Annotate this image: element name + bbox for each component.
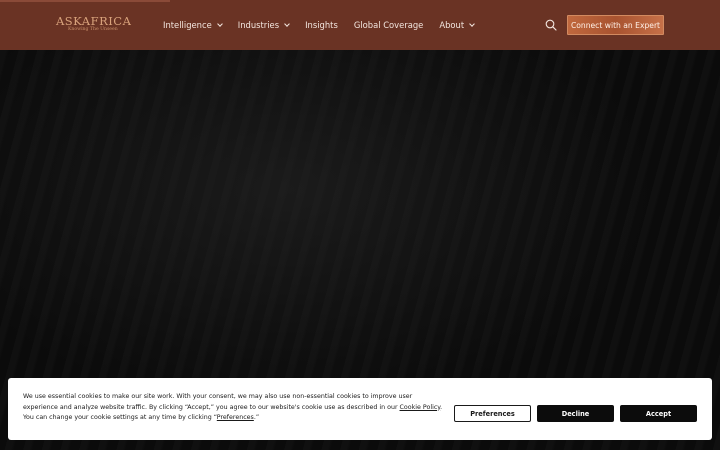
decline-button[interactable]: Decline <box>537 405 614 422</box>
header-accent-line <box>0 0 170 2</box>
chevron-down-icon <box>216 20 223 27</box>
brand-name: ASKAFRICA <box>56 14 132 28</box>
brand-tagline: Knowing The Unseen <box>68 27 118 32</box>
cookie-consent-banner: We use essential cookies to make our sit… <box>8 378 712 440</box>
nav-item-label: About <box>439 20 465 30</box>
nav-item-insights[interactable]: Insights <box>305 20 338 30</box>
cookie-policy-link[interactable]: Cookie Policy <box>400 404 441 411</box>
search-icon[interactable] <box>545 19 557 31</box>
connect-expert-button[interactable]: Connect with an Expert <box>567 15 664 35</box>
brand-logo[interactable]: ASKAFRICA Knowing The Unseen <box>56 14 132 37</box>
nav-item-label: Industries <box>237 20 280 30</box>
chevron-down-icon <box>284 20 290 27</box>
cookie-consent-text: We use essential cookies to make our sit… <box>23 392 448 424</box>
nav-item-intelligence[interactable]: Intelligence <box>163 20 223 30</box>
chevron-down-icon <box>469 20 475 27</box>
site-header: ASKAFRICA Knowing The Unseen Intelligenc… <box>0 0 720 50</box>
cookie-text-part: .” <box>253 414 260 421</box>
nav-item-industries[interactable]: Industries <box>237 20 290 30</box>
preferences-button[interactable]: Preferences <box>454 405 531 422</box>
preferences-link[interactable]: Preferences <box>217 414 254 421</box>
nav-item-label: Insights <box>305 20 338 30</box>
nav-item-label: Intelligence <box>163 20 212 30</box>
accept-button[interactable]: Accept <box>620 405 697 422</box>
nav-item-label: Global Coverage <box>353 20 424 30</box>
nav-item-about[interactable]: About <box>439 20 475 30</box>
nav-item-global-coverage[interactable]: Global Coverage <box>354 20 424 30</box>
cookie-text-part: We use essential cookies to make our sit… <box>23 393 413 411</box>
main-nav: Intelligence Industries Insights Global … <box>163 0 490 50</box>
